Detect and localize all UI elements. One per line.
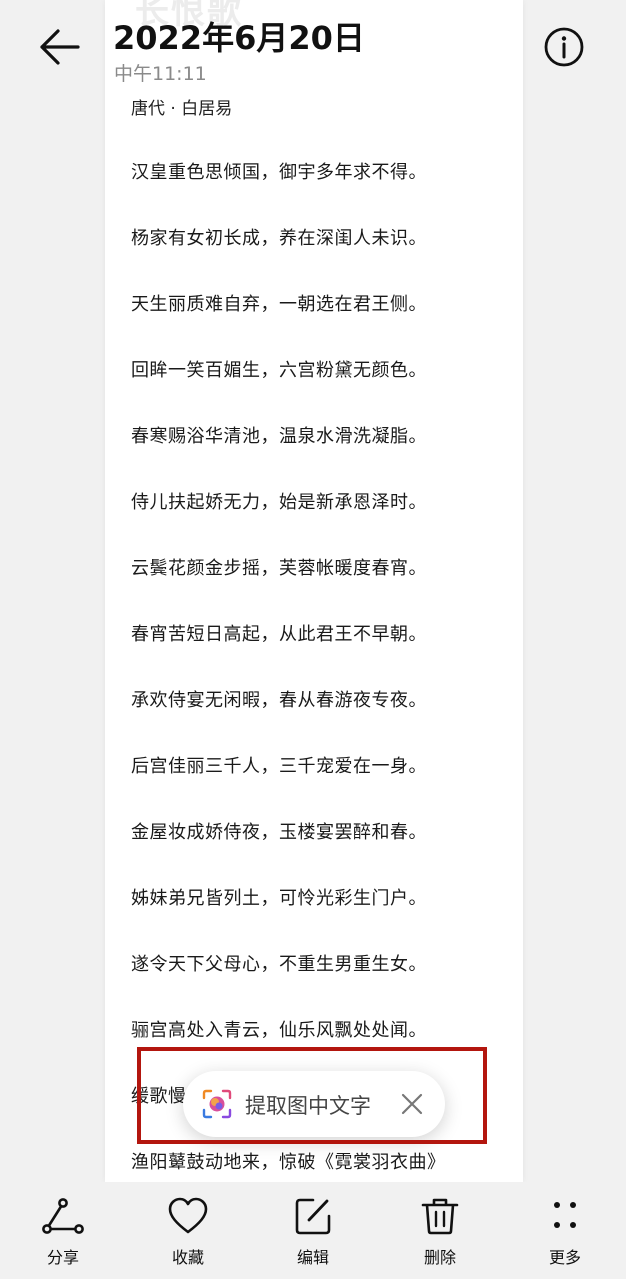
poem-author: 唐代 · 白居易 (131, 99, 233, 119)
poem-line: 杨家有女初长成，养在深闺人未识。 (131, 228, 427, 249)
favorite-label: 收藏 (171, 1248, 204, 1267)
back-button[interactable] (38, 26, 84, 68)
delete-label: 删除 (423, 1248, 456, 1267)
favorite-button[interactable]: 收藏 (148, 1196, 228, 1276)
info-icon (544, 27, 584, 67)
share-label: 分享 (46, 1248, 79, 1267)
poem-line: 承欢侍宴无闲暇，春从春游夜专夜。 (131, 690, 427, 711)
share-icon (42, 1198, 84, 1234)
info-button[interactable] (543, 26, 585, 68)
highlight-box (137, 1047, 487, 1144)
photo-time: 中午11:11 (114, 63, 207, 85)
share-button[interactable]: 分享 (23, 1196, 103, 1276)
viewer-header: 2022年6月20日 中午11:11 (0, 0, 626, 92)
more-button[interactable]: 更多 (525, 1196, 605, 1276)
poem-line: 天生丽质难自弃，一朝选在君王侧。 (131, 294, 427, 315)
poem-line: 渔阳鼙鼓动地来，惊破《霓裳羽衣曲》 (131, 1152, 446, 1173)
edit-label: 编辑 (296, 1248, 329, 1267)
edit-button[interactable]: 编辑 (273, 1196, 353, 1276)
edit-icon (295, 1198, 331, 1235)
poem-line: 后宫佳丽三千人，三千宠爱在一身。 (131, 756, 427, 777)
poem-line: 骊宫高处入青云，仙乐风飘处处闻。 (131, 1020, 427, 1041)
poem-line: 汉皇重色思倾国，御宇多年求不得。 (131, 162, 427, 183)
back-arrow-icon (40, 29, 80, 65)
bottom-toolbar: 分享 收藏 编辑 删除 更多 (0, 1182, 626, 1279)
poem-line: 回眸一笑百媚生，六宫粉黛无颜色。 (131, 360, 427, 381)
poem-line: 侍儿扶起娇无力，始是新承恩泽时。 (131, 492, 427, 513)
poem-line: 遂令天下父母心，不重生男重生女。 (131, 954, 427, 975)
more-icon (554, 1202, 576, 1228)
poem-line: 金屋妆成娇侍夜，玉楼宴罢醉和春。 (131, 822, 427, 843)
more-label: 更多 (548, 1248, 581, 1267)
trash-icon (421, 1198, 459, 1235)
poem-line: 姊妹弟兄皆列土，可怜光彩生门户。 (131, 888, 427, 909)
photo-date: 2022年6月20日 (113, 19, 365, 57)
poem-line: 春宵苦短日高起，从此君王不早朝。 (131, 624, 427, 645)
photo-content[interactable]: 长恨歌 唐代 · 白居易 汉皇重色思倾国，御宇多年求不得。 杨家有女初长成，养在… (105, 0, 523, 1182)
delete-button[interactable]: 删除 (400, 1196, 480, 1276)
poem-line: 春寒赐浴华清池，温泉水滑洗凝脂。 (131, 426, 427, 447)
poem-line: 云鬓花颜金步摇，芙蓉帐暖度春宵。 (131, 558, 427, 579)
heart-icon (168, 1197, 208, 1234)
